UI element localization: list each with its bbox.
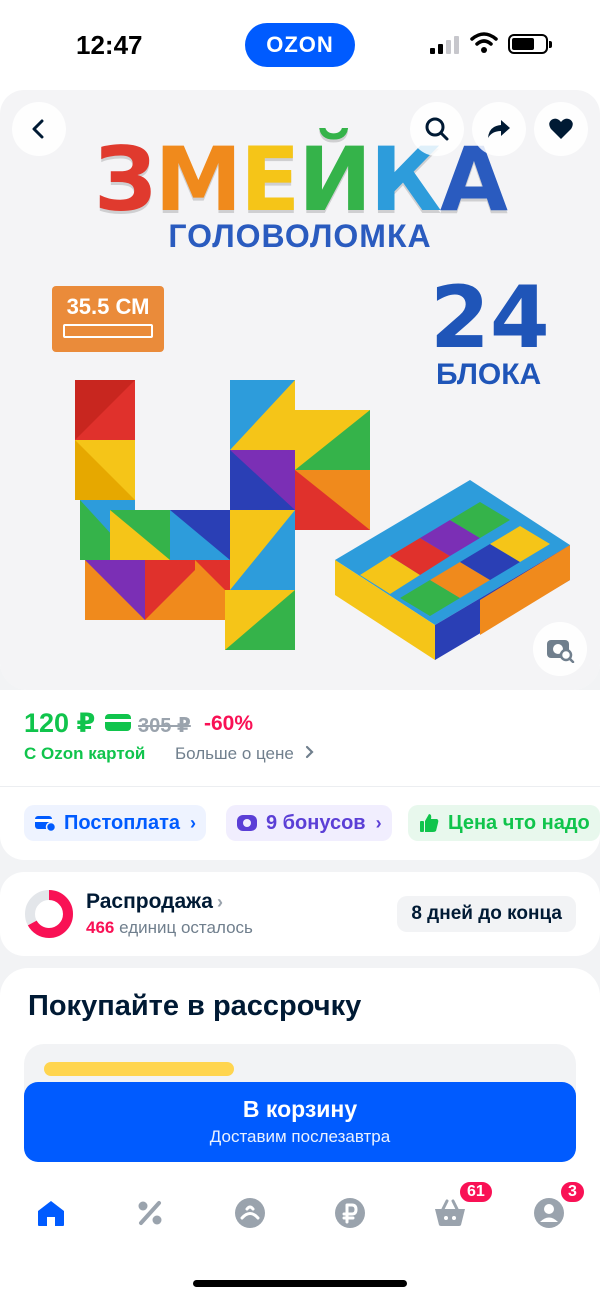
price-section: 120 ₽ 305 ₽ -60% С Ozon картой Больше о … (0, 690, 600, 786)
chip-bonuses-label: 9 бонусов (266, 811, 366, 834)
price-old: 305 ₽ (138, 715, 191, 737)
discount-badge: -60% (204, 712, 254, 735)
add-to-cart-button[interactable]: В корзину Доставим послезавтра (24, 1082, 576, 1162)
home-icon (38, 1201, 64, 1226)
sale-progress-icon (25, 890, 73, 938)
tab-home[interactable] (21, 1188, 81, 1238)
home-indicator (193, 1280, 407, 1287)
product-gallery[interactable]: ЗМЕЙКА ГОЛОВОЛОМКА 35.5 СМ 24 БЛОКА (0, 90, 600, 690)
back-button[interactable] (12, 102, 66, 156)
ruble-icon (335, 1198, 365, 1228)
blocks-number: 24 (430, 268, 550, 368)
chip-bonuses[interactable]: 9 бонусов › (226, 805, 392, 841)
favorite-button[interactable] (534, 102, 588, 156)
profile-badge: 3 (559, 1180, 586, 1204)
price-current: 120 ₽ (24, 708, 96, 738)
search-button[interactable] (410, 102, 464, 156)
title-letter: Й (298, 128, 372, 231)
product-image: ЗМЕЙКА ГОЛОВОЛОМКА 35.5 СМ 24 БЛОКА (0, 90, 600, 690)
chevron-left-icon (32, 119, 44, 139)
profile-icon (534, 1198, 564, 1228)
chip-postpay-label: Постоплата (64, 811, 181, 834)
delivery-label: Доставим послезавтра (209, 1127, 391, 1146)
card-clock-icon (34, 812, 56, 834)
heart-icon (549, 118, 573, 139)
title-letter: Е (240, 128, 300, 231)
chip-good-price-label: Цена что надо (448, 811, 590, 834)
tab-fresh[interactable] (220, 1188, 280, 1238)
sale-title[interactable]: Распродажа › (86, 890, 223, 914)
product-image-subtitle: ГОЛОВОЛОМКА (168, 218, 432, 254)
percent-icon (138, 1201, 162, 1225)
battery-icon (508, 34, 552, 54)
installment-title: Покупайте в рассрочку (28, 990, 362, 1022)
size-badge: 35.5 СМ (52, 286, 164, 352)
ozon-logo[interactable]: OZON (245, 23, 355, 67)
sale-section[interactable]: Распродажа › 466 единиц осталось 8 дней д… (0, 872, 600, 956)
chevron-right-icon: › (375, 812, 382, 833)
tab-discounts[interactable] (120, 1188, 180, 1238)
chip-postpay[interactable]: Постоплата › (24, 805, 207, 841)
sale-remaining: 466 единиц осталось (86, 918, 253, 937)
cart-badge: 61 (458, 1180, 494, 1204)
add-to-cart-label: В корзину (242, 1096, 358, 1122)
chevron-right-icon: › (190, 812, 197, 833)
bonus-icon (236, 812, 258, 834)
ozon-card-icon (105, 714, 131, 731)
title-letter: З (94, 128, 157, 231)
bottom-tab-bar: 61 3 (0, 1168, 600, 1300)
snake-puzzle-illustration (75, 380, 570, 660)
share-button[interactable] (472, 102, 526, 156)
status-time: 12:47 (76, 30, 143, 60)
title-letter: М (154, 128, 243, 231)
basket-icon (435, 1199, 465, 1226)
sale-days-left: 8 дней до конца (397, 896, 576, 932)
search-icon (425, 117, 449, 141)
share-icon (488, 120, 510, 138)
chevron-right-icon: › (216, 892, 223, 912)
camera-search-icon (547, 640, 575, 663)
chevron-right-icon (305, 745, 314, 759)
status-bar: 12:47 OZON (0, 0, 600, 90)
fresh-icon (235, 1198, 265, 1228)
benefit-chips: Постоплата › 9 бонусов › Цена что надо (0, 786, 600, 860)
signal-icon (430, 34, 460, 54)
ozon-card-label[interactable]: С Ozon картой (24, 744, 145, 764)
product-page: 12:47 OZON ЗМЕЙКА ГОЛОВОЛОМКА 35.5 СМ 24… (0, 0, 600, 1300)
image-search-button[interactable] (533, 622, 587, 676)
more-about-price-link[interactable]: Больше о цене (175, 744, 315, 764)
tab-finance[interactable] (320, 1188, 380, 1238)
chip-good-price[interactable]: Цена что надо (408, 805, 600, 841)
thumbs-up-icon (418, 812, 440, 834)
wifi-icon (470, 32, 498, 53)
